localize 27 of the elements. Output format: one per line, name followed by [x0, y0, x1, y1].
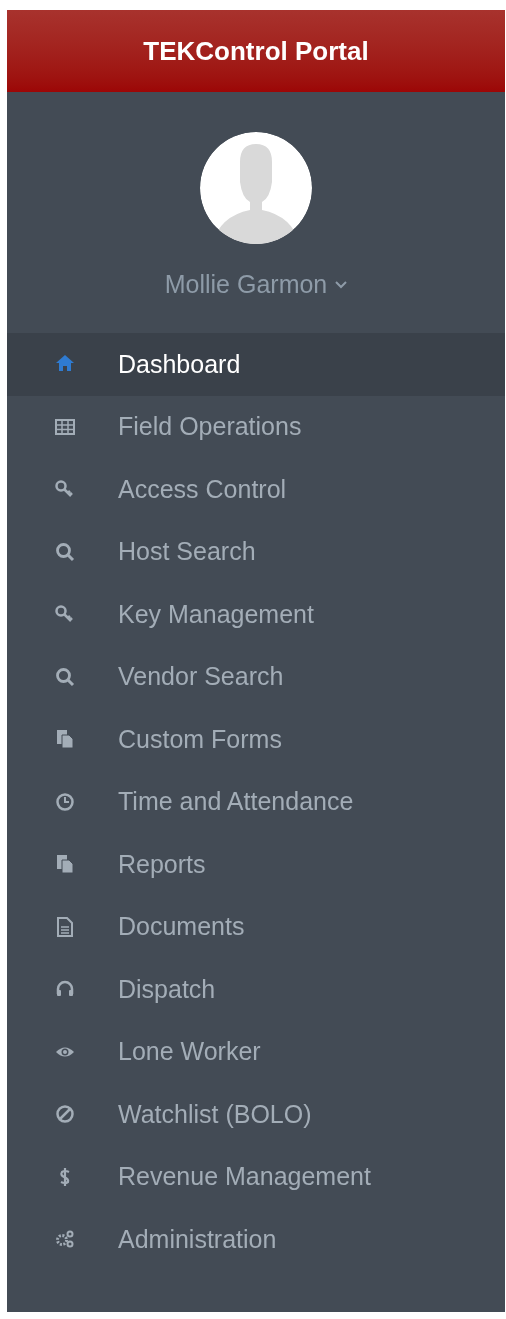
- menu-item[interactable]: Lone Worker: [7, 1020, 505, 1083]
- files-icon: [55, 729, 75, 750]
- menu-item[interactable]: Reports: [7, 833, 505, 896]
- menu-item[interactable]: Revenue Management: [7, 1145, 505, 1208]
- menu-item[interactable]: Dispatch: [7, 958, 505, 1021]
- menu-item[interactable]: Documents: [7, 895, 505, 958]
- menu-item[interactable]: Time and Attendance: [7, 770, 505, 833]
- prohibited-icon: [55, 1104, 75, 1125]
- search-icon: [55, 541, 75, 562]
- search-icon: [55, 666, 75, 687]
- menu-item[interactable]: Custom Forms: [7, 708, 505, 771]
- portal-title: TEKControl Portal: [143, 34, 369, 68]
- menu-item[interactable]: Administration: [7, 1208, 505, 1271]
- menu-item[interactable]: Access Control: [7, 458, 505, 521]
- menu-item[interactable]: Key Management: [7, 583, 505, 646]
- menu-item[interactable]: Watchlist (BOLO): [7, 1083, 505, 1146]
- document-icon: [55, 916, 75, 937]
- menu-item[interactable]: Field Operations: [7, 395, 505, 458]
- user-menu-button[interactable]: Mollie Garmon: [164, 266, 348, 304]
- table-icon: [55, 416, 75, 437]
- clock-icon: [55, 791, 75, 812]
- menu-item[interactable]: Vendor Search: [7, 645, 505, 708]
- menu-item[interactable]: Host Search: [7, 520, 505, 583]
- chevron-down-icon: [335, 280, 348, 289]
- files-icon: [55, 854, 75, 875]
- avatar-icon: [200, 132, 312, 244]
- menu-item[interactable]: Dashboard: [7, 333, 505, 396]
